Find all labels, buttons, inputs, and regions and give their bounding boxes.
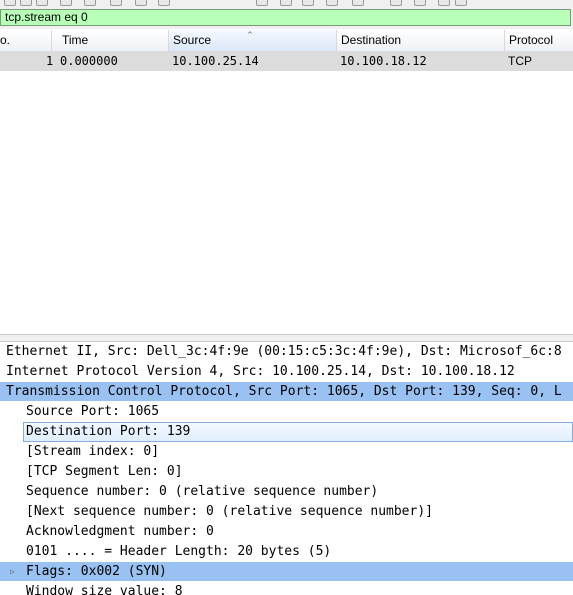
display-filter-input[interactable]: tcp.stream eq 0 <box>0 9 571 26</box>
toolbar-icon[interactable] <box>36 0 48 6</box>
pane-splitter[interactable] <box>0 334 573 342</box>
toolbar-icon[interactable] <box>414 0 426 6</box>
tree-item-flags-label: Flags: 0x002 (SYN) <box>26 564 167 579</box>
toolbar-icon[interactable] <box>84 0 96 6</box>
packet-destination: 10.100.18.12 <box>340 54 427 68</box>
tree-item-header-length[interactable]: 0101 .... = Header Length: 20 bytes (5) <box>0 542 573 561</box>
packet-details-tree: Ethernet II, Src: Dell_3c:4f:9e (00:15:c… <box>0 342 573 595</box>
tree-item-ack-number[interactable]: Acknowledgment number: 0 <box>0 522 573 541</box>
tree-item-window-size[interactable]: Window size value: 8 <box>0 582 573 595</box>
column-header-destination[interactable]: Destination <box>337 30 505 51</box>
toolbar-icon[interactable] <box>352 0 364 6</box>
packet-list-header: o. Time Source ^ Destination Protocol <box>0 30 573 52</box>
toolbar-icon[interactable] <box>438 0 450 6</box>
toolbar-icon[interactable] <box>110 0 122 6</box>
toolbar-icon[interactable] <box>60 0 72 6</box>
tree-item-ipv4[interactable]: Internet Protocol Version 4, Src: 10.100… <box>0 362 573 381</box>
tree-item-ethernet[interactable]: Ethernet II, Src: Dell_3c:4f:9e (00:15:c… <box>0 342 573 361</box>
column-header-no[interactable]: o. <box>0 30 52 51</box>
packet-row[interactable]: 1 0.000000 10.100.25.14 10.100.18.12 TCP <box>0 51 573 71</box>
toolbar-icon[interactable] <box>4 0 16 6</box>
column-header-time[interactable]: Time <box>52 30 169 51</box>
tree-item-sequence-number[interactable]: Sequence number: 0 (relative sequence nu… <box>0 482 573 501</box>
tree-item-next-sequence-number[interactable]: [Next sequence number: 0 (relative seque… <box>0 502 573 521</box>
toolbar-icon[interactable] <box>302 0 314 6</box>
toolbar-icon[interactable] <box>158 0 170 6</box>
tree-item-source-port[interactable]: Source Port: 1065 <box>0 402 573 421</box>
packet-list: o. Time Source ^ Destination Protocol 1 … <box>0 30 573 334</box>
toolbar-icon[interactable] <box>20 0 32 6</box>
toolbar-icon[interactable] <box>256 0 268 6</box>
display-filter-bar: tcp.stream eq 0 <box>0 7 573 29</box>
toolbar-icon[interactable] <box>280 0 292 6</box>
tree-item-tcp[interactable]: Transmission Control Protocol, Src Port:… <box>0 382 573 401</box>
toolbar-icon[interactable] <box>455 0 467 6</box>
column-header-protocol[interactable]: Protocol <box>505 30 573 51</box>
tree-item-segment-len[interactable]: [TCP Segment Len: 0] <box>0 462 573 481</box>
tree-item-destination-port[interactable]: Destination Port: 139 <box>23 422 573 442</box>
column-header-source[interactable]: Source <box>169 30 337 51</box>
toolbar-icon[interactable] <box>135 0 147 6</box>
sort-ascending-icon: ^ <box>247 31 253 39</box>
packet-protocol: TCP <box>508 54 532 68</box>
tree-item-stream-index[interactable]: [Stream index: 0] <box>0 442 573 461</box>
column-header-source-label: Source <box>173 33 212 47</box>
expand-arrow-icon[interactable]: ▷ <box>10 562 15 581</box>
tree-item-flags[interactable]: ▷ Flags: 0x002 (SYN) <box>0 562 573 581</box>
packet-no: 1 <box>46 54 54 68</box>
toolbar-icon[interactable] <box>390 0 402 6</box>
packet-time: 0.000000 <box>60 54 118 68</box>
toolbar-icon[interactable] <box>326 0 338 6</box>
packet-source: 10.100.25.14 <box>172 54 259 68</box>
main-toolbar <box>0 0 573 7</box>
